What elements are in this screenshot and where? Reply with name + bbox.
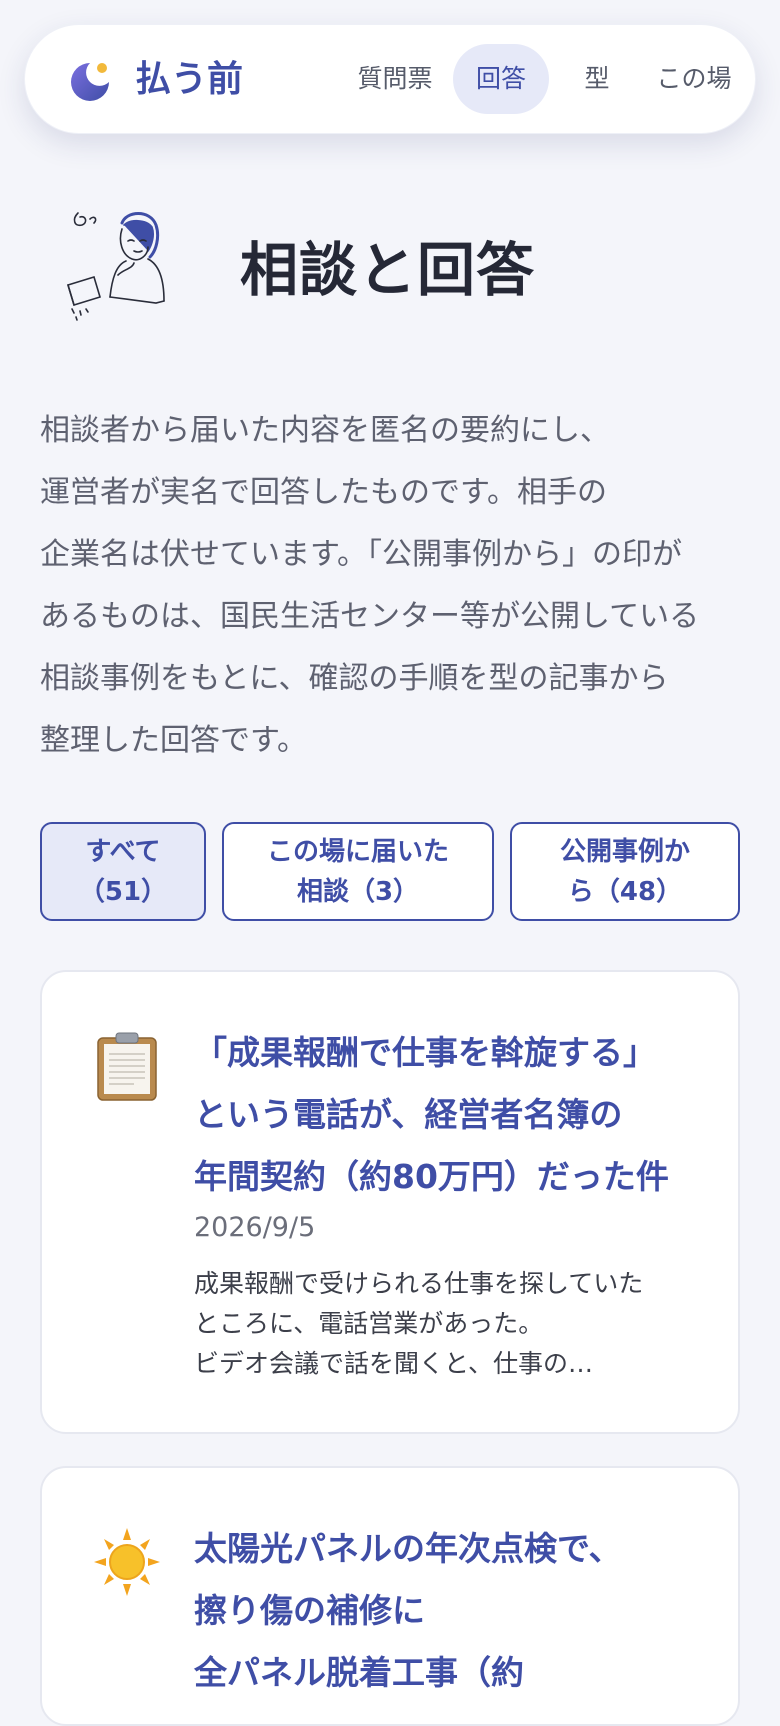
card-excerpt-line: ビデオ会議で話を聞くと、仕事の… [194,1349,594,1378]
filter-received-button[interactable]: この場に届いた 相談（3） [222,822,494,921]
card-title-line: という電話が、経営者名簿の [194,1095,623,1134]
top-nav: 払う前 質問票 回答 型 この場 [24,24,756,134]
filter-all-button[interactable]: すべて （51） [40,822,206,921]
answer-card[interactable]: 太陽光パネルの年次点検で、 擦り傷の補修に 全パネル脱着工事（約 [40,1466,740,1726]
card-title-line: 全パネル脱着工事（約 [194,1653,524,1692]
brand-name[interactable]: 払う前 [135,55,243,105]
intro-line: 相談事例をもとに、確認の手順を型の記事から [40,661,669,696]
card-excerpt: 成果報酬で受けられる仕事を探していた ところに、電話営業があった。 ビデオ会議で… [194,1264,714,1384]
card-excerpt-line: ところに、電話営業があった。 [194,1309,544,1338]
intro-line: 相談者から届いた内容を匿名の要約にし、 [40,413,610,448]
intro-line: 整理した回答です。 [40,723,307,758]
card-excerpt-line: 成果報酬で受けられる仕事を探していた [194,1269,644,1298]
card-title-line: 年間契約（約80万円）だった件 [194,1157,669,1196]
card-date: 2026/9/5 [194,1212,316,1243]
filter-received-label: この場に届いた [266,837,449,867]
intro-line: あるものは、国民生活センター等が公開している [40,599,700,634]
filter-received-count: 相談（3） [296,877,420,907]
card-title[interactable]: 太陽光パネルの年次点検で、 擦り傷の補修に 全パネル脱着工事（約 [194,1518,714,1704]
page-title: 相談と回答 [240,236,536,304]
nav-link-questionnaire[interactable]: 質問票 [337,44,453,114]
nav-link-this-place[interactable]: この場 [639,44,749,114]
answer-card[interactable]: 「成果報酬で仕事を斡旋する」 という電話が、経営者名簿の 年間契約（約80万円）… [40,970,740,1434]
intro-line: 運営者が実名で回答したものです。相手の [40,475,607,510]
card-title[interactable]: 「成果報酬で仕事を斡旋する」 という電話が、経営者名簿の 年間契約（約80万円）… [194,1022,714,1208]
nav-link-types[interactable]: 型 [565,44,629,114]
intro-paragraph: 相談者から届いた内容を匿名の要約にし、 運営者が実名で回答したものです。相手の … [40,400,740,772]
filter-public-cases-label: 公開事例か [559,837,690,867]
card-title-line: 擦り傷の補修に [194,1591,425,1630]
card-title-line: 太陽光パネルの年次点検で、 [194,1529,622,1568]
crescent-logo-icon[interactable] [67,59,113,105]
filter-public-cases-button[interactable]: 公開事例か ら（48） [510,822,740,921]
filter-public-cases-count: ら（48） [567,877,683,907]
worried-person-illustration [67,212,165,321]
sun-icon [94,1528,160,1596]
clipboard-icon [97,1032,157,1101]
nav-link-answers[interactable]: 回答 [453,44,549,114]
intro-line: 企業名は伏せています。「公開事例から」の印が [40,537,682,572]
filter-all-count: （51） [78,877,168,907]
card-title-line: 「成果報酬で仕事を斡旋する」 [194,1033,656,1072]
filter-all-label: すべて [85,837,161,867]
